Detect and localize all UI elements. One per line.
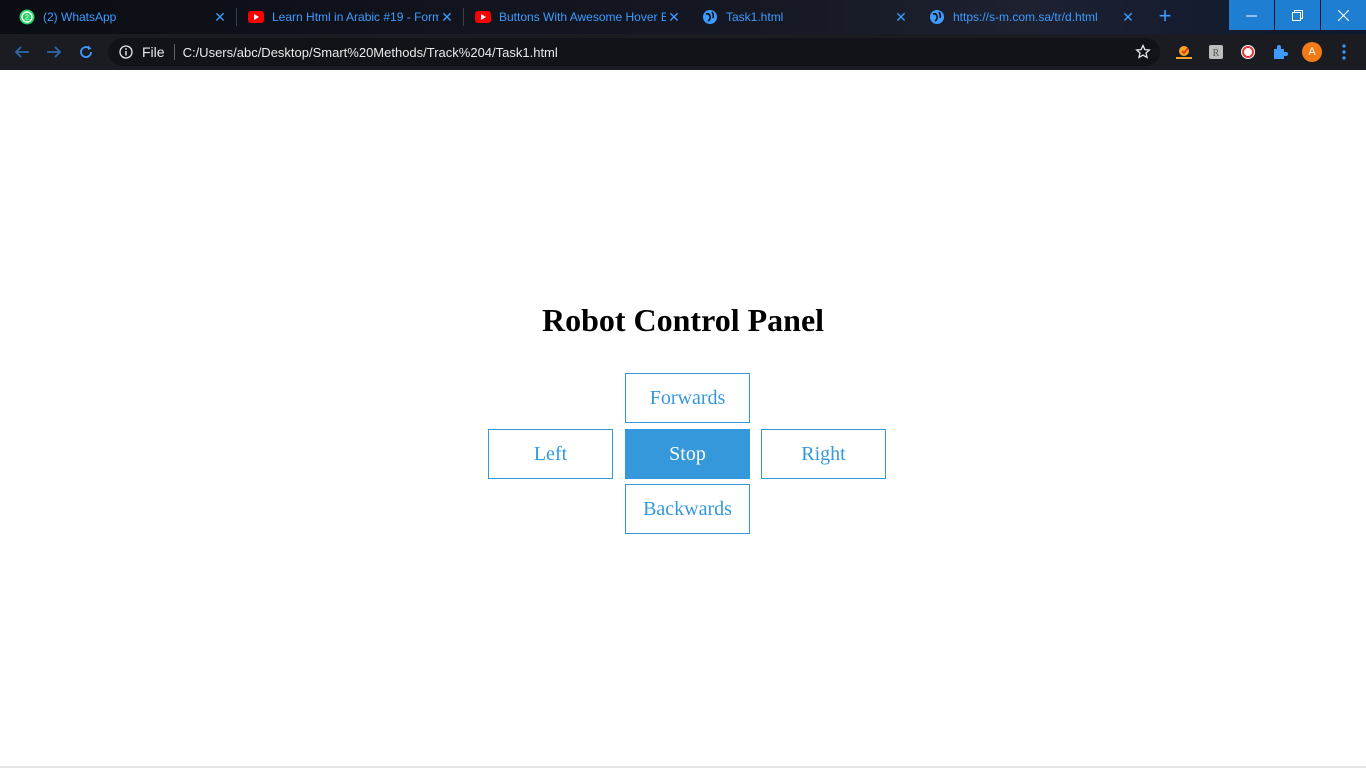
minimize-button[interactable]	[1229, 0, 1274, 30]
svg-text:R: R	[1213, 48, 1220, 59]
url-text[interactable]: C:/Users/abc/Desktop/Smart%20Methods/Tra…	[183, 45, 1134, 60]
forwards-button[interactable]: Forwards	[625, 373, 750, 423]
page-title: Robot Control Panel	[541, 302, 825, 338]
address-bar[interactable]: File C:/Users/abc/Desktop/Smart%20Method…	[108, 38, 1160, 66]
address-divider	[173, 44, 175, 60]
back-button[interactable]	[9, 39, 35, 65]
close-icon[interactable]: ✕	[1120, 9, 1136, 25]
reload-icon	[80, 45, 92, 58]
close-window-button[interactable]	[1321, 0, 1366, 30]
arrow-right-icon	[47, 46, 62, 58]
extension-dev-icon[interactable]	[1174, 42, 1194, 62]
reload-button[interactable]	[73, 39, 99, 65]
tab-title: Buttons With Awesome Hover Effects	[499, 10, 666, 24]
close-icon[interactable]: ✕	[439, 9, 455, 25]
browser-toolbar: File C:/Users/abc/Desktop/Smart%20Method…	[0, 34, 1366, 70]
tab-whatsapp[interactable]: 2 (2) WhatsApp ✕	[0, 0, 236, 34]
new-tab-button[interactable]: +	[1154, 5, 1176, 27]
forward-button[interactable]	[41, 39, 67, 65]
close-icon[interactable]: ✕	[212, 9, 228, 25]
youtube-icon	[248, 9, 264, 25]
stop-button[interactable]: Stop	[625, 429, 750, 479]
close-icon[interactable]: ✕	[893, 9, 909, 25]
close-icon[interactable]: ✕	[666, 9, 682, 25]
avatar-initial: A	[1308, 46, 1316, 58]
youtube-icon	[475, 9, 491, 25]
globe-icon	[702, 9, 718, 25]
profile-avatar[interactable]: A	[1302, 42, 1322, 62]
backwards-button[interactable]: Backwards	[625, 484, 750, 534]
tab-task1[interactable]: Task1.html ✕	[683, 0, 917, 34]
tab-title: https://s-m.com.sa/tr/d.html	[953, 10, 1098, 24]
info-icon[interactable]	[119, 45, 133, 59]
extension-reader-icon[interactable]: R	[1206, 42, 1226, 62]
menu-kebab-icon[interactable]	[1334, 42, 1354, 62]
bookmark-star-icon[interactable]	[1134, 43, 1152, 61]
left-button[interactable]: Left	[488, 429, 613, 479]
tab-title: Learn Html in Arabic #19 - Forms	[272, 10, 439, 24]
tab-sm-com[interactable]: https://s-m.com.sa/tr/d.html ✕	[910, 0, 1144, 34]
whatsapp-icon: 2	[19, 9, 35, 25]
globe-icon	[929, 9, 945, 25]
arrow-left-icon	[14, 46, 29, 58]
tab-title: (2) WhatsApp	[43, 10, 117, 24]
tab-learn-html[interactable]: Learn Html in Arabic #19 - Forms ✕	[229, 0, 463, 34]
scheme-label: File	[142, 44, 165, 60]
tab-buttons-hover[interactable]: Buttons With Awesome Hover Effects ✕	[456, 0, 690, 34]
page-content: Robot Control Panel Forwards Left Stop R…	[0, 70, 1366, 768]
svg-text:2: 2	[25, 15, 29, 22]
tab-title: Task1.html	[726, 10, 784, 24]
extensions-puzzle-icon[interactable]	[1270, 42, 1290, 62]
right-button[interactable]: Right	[761, 429, 886, 479]
extension-record-icon[interactable]	[1238, 42, 1258, 62]
restore-button[interactable]	[1275, 0, 1320, 30]
tab-strip: 2 (2) WhatsApp ✕ Learn Html in Arabic #1…	[0, 0, 1366, 34]
